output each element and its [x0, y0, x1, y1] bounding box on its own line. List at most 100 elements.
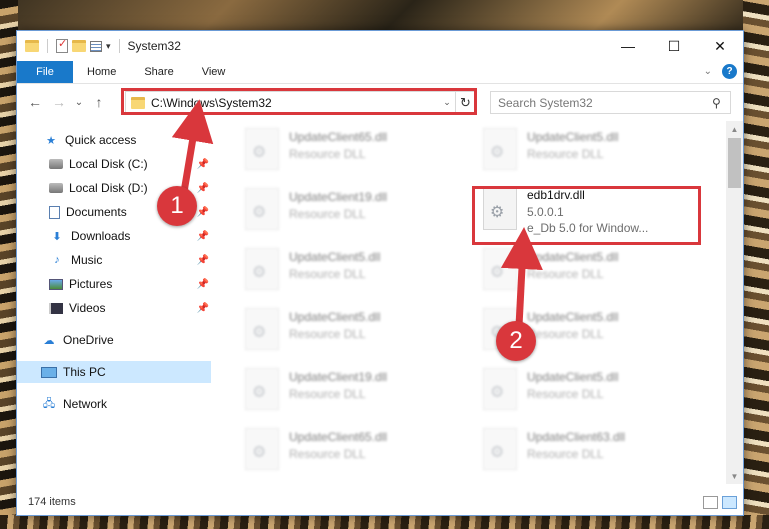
- star-icon: ★: [46, 134, 56, 147]
- large-icons-view-icon[interactable]: [722, 496, 737, 509]
- file-name: UpdateClient5.dll: [527, 250, 619, 264]
- search-field[interactable]: Search System32 ⚲: [490, 91, 731, 114]
- file-item[interactable]: UpdateClient65.dll Resource DLL: [237, 424, 437, 476]
- dll-file-icon: [483, 368, 517, 410]
- network-icon: 🖧: [42, 397, 56, 410]
- vertical-scrollbar[interactable]: ▲ ▼: [726, 121, 743, 484]
- maximize-button[interactable]: ☐: [651, 31, 697, 61]
- pin-icon[interactable]: 📌: [197, 207, 209, 218]
- search-input[interactable]: Search System32: [498, 96, 712, 110]
- file-item[interactable]: UpdateClient19.dll Resource DLL: [237, 364, 437, 416]
- desktop-wallpaper-bottom: [0, 515, 769, 529]
- dll-file-icon: [483, 128, 517, 170]
- scroll-down-icon[interactable]: ▼: [726, 468, 743, 484]
- back-button[interactable]: ←: [25, 94, 45, 110]
- minimize-button[interactable]: —: [605, 31, 651, 61]
- sidebar-item-label: Local Disk (D:): [69, 181, 148, 195]
- file-type: Resource DLL: [527, 447, 604, 461]
- pin-icon[interactable]: 📌: [197, 279, 209, 290]
- new-folder-icon[interactable]: [72, 40, 86, 52]
- close-button[interactable]: ✕: [697, 31, 743, 61]
- file-item[interactable]: UpdateClient5.dll Resource DLL: [475, 364, 675, 416]
- sidebar-item-videos[interactable]: Videos 📌: [17, 297, 211, 319]
- sidebar-item-music[interactable]: ♪ Music 📌: [17, 249, 211, 271]
- file-type: Resource DLL: [289, 147, 366, 161]
- file-type: Resource DLL: [289, 447, 366, 461]
- sidebar-item-network[interactable]: 🖧 Network: [17, 393, 211, 415]
- scroll-up-icon[interactable]: ▲: [726, 121, 743, 137]
- file-type: Resource DLL: [289, 387, 366, 401]
- sidebar-item-downloads[interactable]: ⬇ Downloads 📌: [17, 225, 211, 247]
- sidebar-item-label: Downloads: [71, 229, 131, 243]
- toolbar-separator: [47, 39, 48, 53]
- status-bar: 174 items: [17, 489, 743, 515]
- file-item[interactable]: UpdateClient5.dll Resource DLL: [237, 304, 437, 356]
- videos-icon: [49, 302, 63, 314]
- sidebar-item-label: Documents: [66, 205, 127, 219]
- tab-home[interactable]: Home: [73, 61, 130, 83]
- file-name: UpdateClient5.dll: [527, 310, 619, 324]
- step-1-badge: 1: [157, 186, 197, 226]
- pc-icon: [41, 366, 57, 378]
- window-controls: — ☐ ✕: [605, 31, 743, 61]
- explorer-window: ▾ System32 — ☐ ✕ File Home Share View ⌄ …: [16, 30, 744, 516]
- title-bar: ▾ System32 — ☐ ✕: [17, 31, 743, 61]
- sidebar-item-pictures[interactable]: Pictures 📌: [17, 273, 211, 295]
- properties-icon[interactable]: [90, 40, 102, 52]
- address-highlight-box: [121, 88, 477, 115]
- file-name: UpdateClient63.dll: [527, 430, 626, 444]
- properties-check-icon[interactable]: [56, 37, 68, 53]
- dll-file-icon: [483, 248, 517, 290]
- tab-view[interactable]: View: [188, 61, 240, 83]
- sidebar-item-quick-access[interactable]: ★ Quick access: [17, 129, 211, 151]
- pin-icon[interactable]: 📌: [197, 231, 209, 242]
- sidebar-item-onedrive[interactable]: ☁ OneDrive: [17, 329, 211, 351]
- documents-icon: [49, 205, 60, 219]
- sidebar-item-this-pc[interactable]: This PC: [17, 361, 211, 383]
- recent-locations-button[interactable]: ⌄: [69, 97, 89, 108]
- file-type: Resource DLL: [527, 267, 604, 281]
- pin-icon[interactable]: 📌: [197, 159, 209, 170]
- file-name: UpdateClient5.dll: [527, 370, 619, 384]
- search-icon[interactable]: ⚲: [712, 96, 730, 110]
- sidebar-item-label: Music: [71, 253, 103, 267]
- details-view-icon[interactable]: [703, 496, 718, 509]
- file-type: Resource DLL: [289, 207, 366, 221]
- file-name: UpdateClient19.dll: [289, 370, 388, 384]
- sidebar-item-label: Network: [63, 397, 108, 411]
- pin-icon[interactable]: 📌: [197, 183, 209, 194]
- sidebar-item-local-disk-c[interactable]: Local Disk (C:) 📌: [17, 153, 211, 175]
- desktop-wallpaper-right: [743, 0, 769, 529]
- music-icon: ♪: [54, 254, 60, 266]
- file-highlight-box: [472, 186, 701, 245]
- file-name: UpdateClient19.dll: [289, 190, 388, 204]
- pin-icon[interactable]: 📌: [197, 255, 209, 266]
- navigation-pane: ★ Quick access Local Disk (C:) 📌 Local D…: [17, 121, 211, 484]
- file-item[interactable]: UpdateClient63.dll Resource DLL: [475, 424, 675, 476]
- pin-icon[interactable]: 📌: [197, 303, 209, 314]
- up-button[interactable]: ↑: [89, 94, 109, 110]
- file-type: Resource DLL: [289, 267, 366, 281]
- help-icon[interactable]: ?: [722, 64, 737, 79]
- tab-file[interactable]: File: [17, 61, 73, 83]
- scrollbar-thumb[interactable]: [728, 138, 741, 188]
- forward-button[interactable]: →: [49, 94, 69, 110]
- expand-ribbon-chevron-icon[interactable]: ⌄: [704, 66, 712, 77]
- file-item[interactable]: UpdateClient5.dll Resource DLL: [475, 244, 675, 296]
- item-count: 174 items: [28, 496, 76, 508]
- sidebar-item-label: Pictures: [69, 277, 113, 291]
- window-title: System32: [127, 39, 181, 53]
- toolbar-separator: [118, 39, 120, 53]
- file-item[interactable]: UpdateClient65.dll Resource DLL: [237, 124, 437, 176]
- file-list: UpdateClient65.dll Resource DLL UpdateCli…: [227, 121, 727, 484]
- step-2-badge: 2: [496, 321, 536, 361]
- dll-file-icon: [245, 128, 279, 170]
- customize-toolbar-dropdown-icon[interactable]: ▾: [106, 41, 111, 52]
- file-item[interactable]: UpdateClient19.dll Resource DLL: [237, 184, 437, 236]
- file-name: UpdateClient5.dll: [527, 130, 619, 144]
- tab-share[interactable]: Share: [130, 61, 187, 83]
- file-item[interactable]: UpdateClient5.dll Resource DLL: [237, 244, 437, 296]
- file-name: UpdateClient65.dll: [289, 130, 388, 144]
- file-item[interactable]: UpdateClient5.dll Resource DLL: [475, 124, 675, 176]
- view-switcher: [703, 496, 737, 509]
